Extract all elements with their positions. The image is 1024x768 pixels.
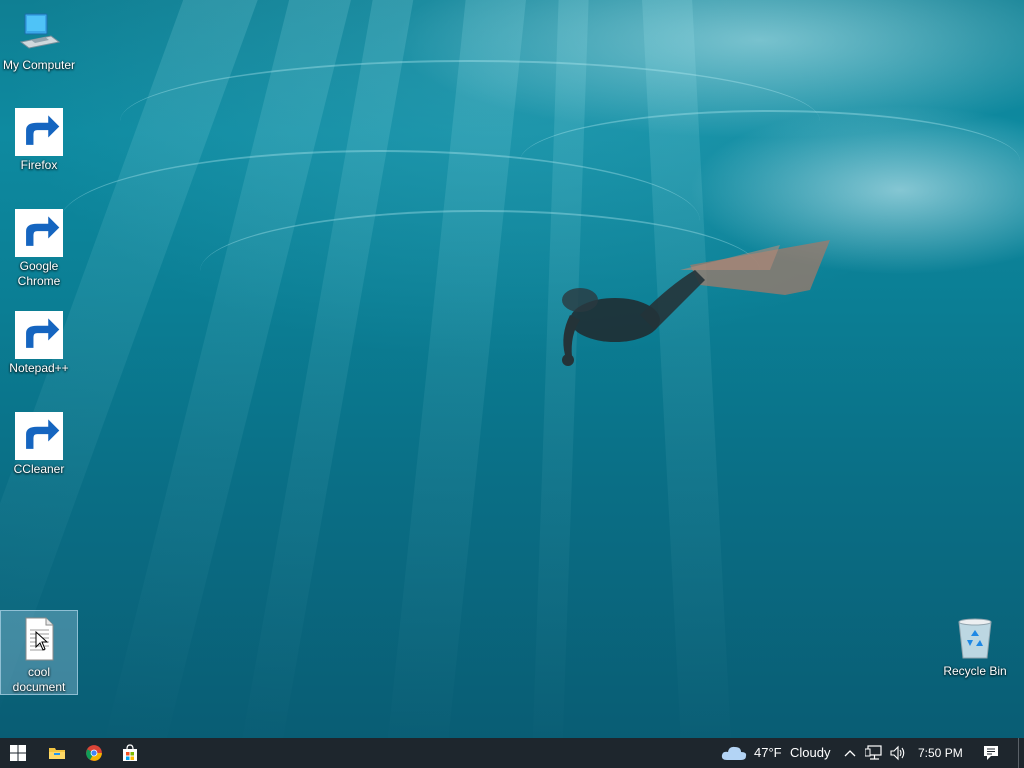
volume-button[interactable] [886,738,910,768]
notification-icon [984,746,998,760]
desktop-icon-label: Firefox [20,158,58,172]
chevron-up-icon [844,750,856,757]
desktop-icon-notepad-plus-plus[interactable]: Notepad++ [1,311,77,376]
desktop-icon-recycle-bin[interactable]: Recycle Bin [937,614,1013,679]
desktop-icon-label: Google Chrome [17,259,61,288]
chrome-icon [86,745,102,761]
desktop-wallpaper: My Computer Firefox Google Chrome Notepa… [0,0,1024,738]
shortcut-arrow-icon [15,412,63,460]
show-hidden-icons-button[interactable] [840,738,860,768]
desktop-icon-ccleaner[interactable]: CCleaner [1,412,77,477]
network-icon [865,745,882,760]
taskbar-store-button[interactable] [112,738,148,768]
mouse-cursor-icon [35,631,49,651]
network-button[interactable] [862,738,886,768]
speaker-icon [890,745,905,761]
shortcut-arrow-icon [15,209,63,257]
desktop-icon-label: My Computer [2,58,76,72]
start-button[interactable] [0,738,36,768]
windows-logo-icon [10,745,26,761]
diver-image [562,240,830,366]
taskbar-chrome-button[interactable] [76,738,112,768]
weather-condition: Cloudy [790,745,831,760]
desktop-icon-label: CCleaner [13,462,65,476]
recycle-bin-icon [958,618,992,659]
desktop-icon-google-chrome[interactable]: Google Chrome [1,209,77,289]
wallpaper-light-ray [384,0,530,738]
show-desktop-button[interactable] [1018,738,1024,768]
taskbar: 47°F Cloudy 7:50 PM [0,738,1024,768]
shortcut-arrow-icon [15,108,63,156]
weather-widget[interactable]: 47°F Cloudy [718,738,840,768]
desktop-icon-label: cool document [12,665,66,694]
cloud-icon [721,746,747,760]
desktop-icon-label: Notepad++ [9,361,69,375]
desktop-icon-my-computer[interactable]: My Computer [1,8,77,73]
action-center-button[interactable] [974,738,1008,768]
computer-icon [19,13,61,49]
shortcut-arrow-icon [15,311,63,359]
wallpaper-wave [520,110,1020,212]
desktop-icon-label: Recycle Bin [943,664,1007,678]
store-icon [123,744,137,761]
taskbar-clock[interactable]: 7:50 PM [918,738,963,768]
file-explorer-icon [49,748,65,759]
taskbar-file-explorer-button[interactable] [39,738,75,768]
desktop-icon-cool-document[interactable]: cool document [0,610,78,695]
desktop-icon-firefox[interactable]: Firefox [1,108,77,173]
weather-temperature: 47°F [754,745,782,760]
